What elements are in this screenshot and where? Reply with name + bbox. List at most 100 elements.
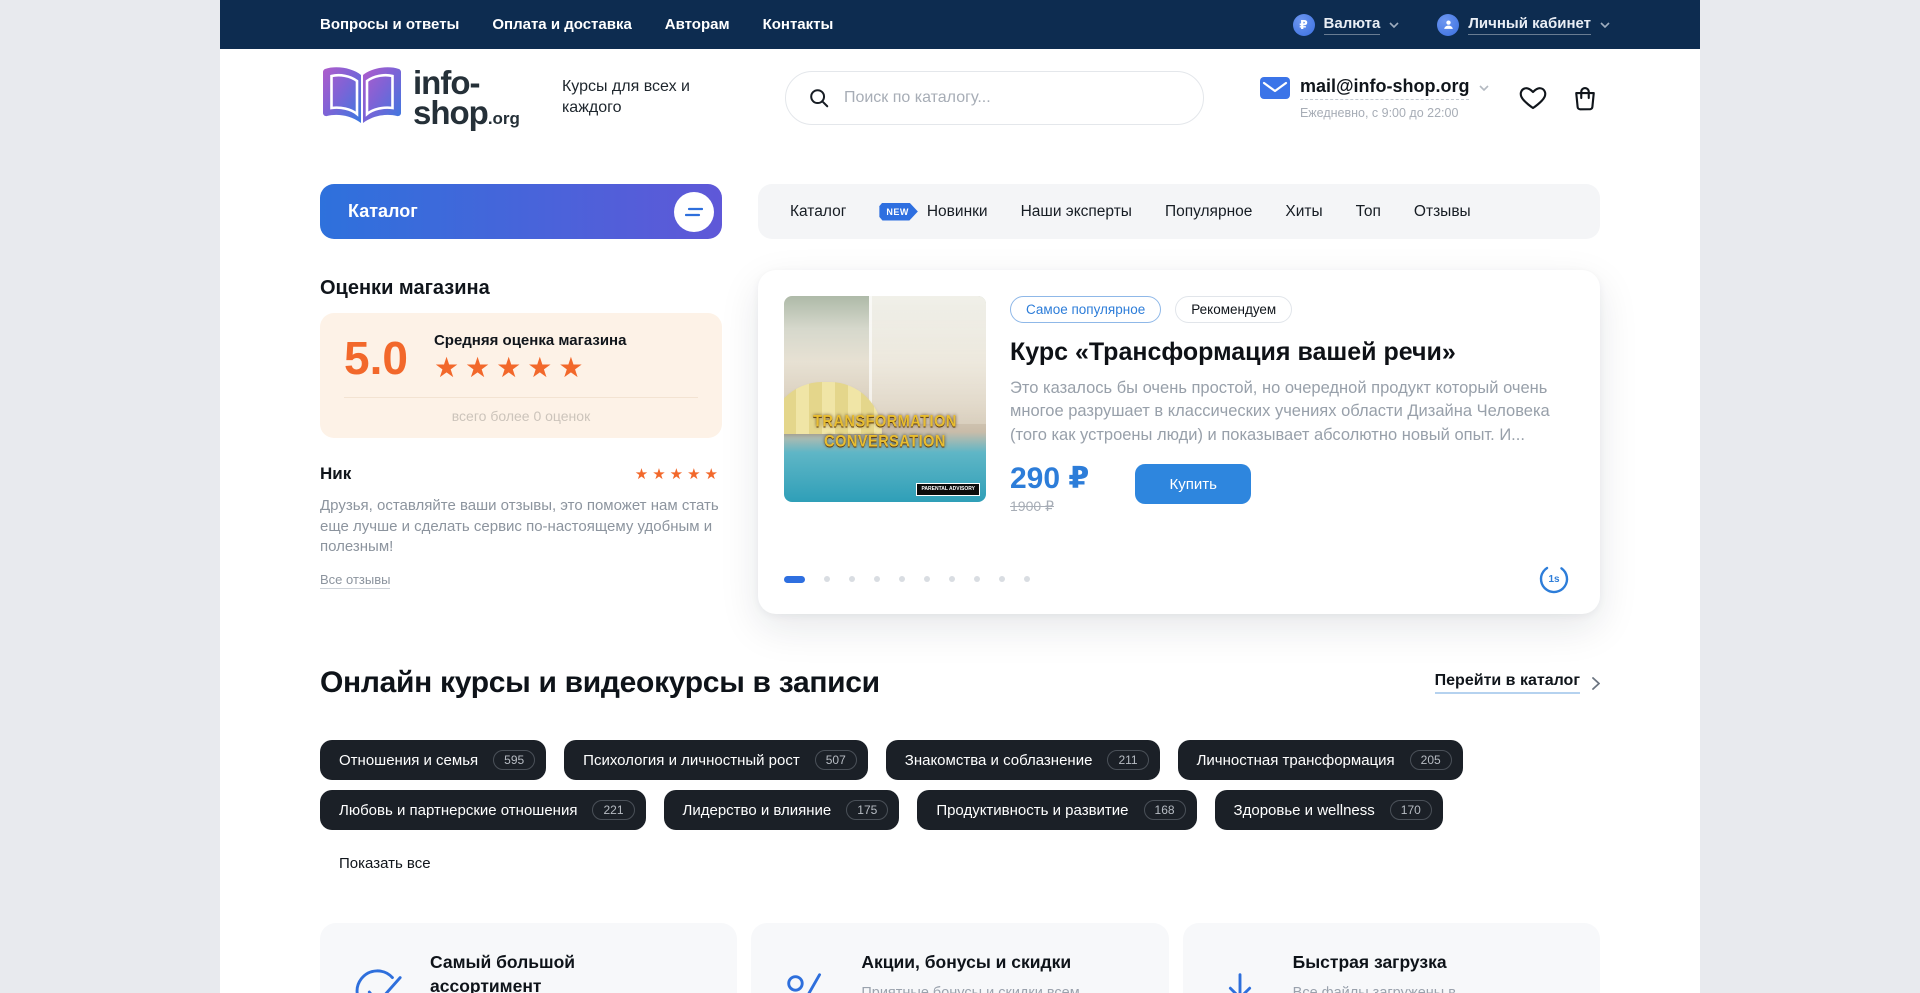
- rating-card: 5.0 Средняя оценка магазина ★★★★★ всего …: [320, 313, 722, 438]
- category-transformation[interactable]: Личностная трансформация205: [1178, 740, 1463, 780]
- feature-fast-download: Быстрая загрузка Все файлы загружены в: [1183, 923, 1600, 993]
- category-leadership[interactable]: Лидерство и влияние175: [664, 790, 900, 830]
- category-label: Любовь и партнерские отношения: [339, 802, 577, 819]
- carousel-dot[interactable]: [849, 576, 855, 582]
- percent-icon: [781, 967, 835, 993]
- logo-text: info- shop.org: [413, 68, 520, 129]
- category-count: 221: [592, 800, 634, 820]
- topbar: Вопросы и ответы Оплата и доставка Автор…: [220, 0, 1700, 49]
- category-productivity[interactable]: Продуктивность и развитие168: [917, 790, 1196, 830]
- hero-info: Самое популярное Рекомендуем Курс «Транс…: [1010, 296, 1570, 515]
- shopping-bag-icon: [1570, 83, 1600, 113]
- overlay-line1: TRANSFORMATION: [784, 412, 986, 432]
- catalog-button[interactable]: Каталог: [320, 184, 722, 239]
- currency-selector[interactable]: ₽ Валюта: [1293, 14, 1400, 36]
- header-icons: [1518, 83, 1600, 113]
- account-label: Личный кабинет: [1468, 15, 1591, 35]
- category-love-partnership[interactable]: Любовь и партнерские отношения 221: [320, 790, 646, 830]
- carousel-dot[interactable]: [1024, 576, 1030, 582]
- nav-item-hits[interactable]: Хиты: [1285, 203, 1322, 221]
- header: info- shop.org Курсы для всех и каждого …: [220, 49, 1700, 148]
- category-relationships-family[interactable]: Отношения и семья595: [320, 740, 546, 780]
- catalog-button-label: Каталог: [348, 201, 418, 222]
- go-to-catalog-link[interactable]: Перейти в каталог: [1435, 672, 1600, 694]
- old-price: 1900 ₽: [1010, 498, 1089, 515]
- carousel-dot[interactable]: [999, 576, 1005, 582]
- all-reviews-link[interactable]: Все отзывы: [320, 572, 390, 589]
- nav-label: Наши эксперты: [1021, 203, 1132, 221]
- price-block: 290 ₽ 1900 ₽: [1010, 461, 1089, 515]
- product-title[interactable]: Курс «Трансформация вашей речи»: [1010, 338, 1570, 367]
- feature-title: Акции, бонусы и скидки: [861, 951, 1071, 975]
- category-dating[interactable]: Знакомства и соблазнение211: [886, 740, 1160, 780]
- chevron-down-icon: [1600, 22, 1610, 28]
- nav-item-new[interactable]: NEW Новинки: [879, 203, 987, 221]
- section-title: Онлайн курсы и видеокурсы в записи: [320, 666, 880, 700]
- review-item: Ник ★★★★★ Друзья, оставляйте ваши отзывы…: [320, 464, 722, 589]
- nav-label: Популярное: [1165, 203, 1252, 221]
- topbar-link-payment[interactable]: Оплата и доставка: [492, 16, 631, 33]
- topbar-link-contacts[interactable]: Контакты: [763, 16, 834, 33]
- features-row: Самый большой ассортимент Акции, бонусы …: [220, 923, 1700, 993]
- nav-item-reviews[interactable]: Отзывы: [1414, 203, 1471, 221]
- feature-subtitle: Все файлы загружены в: [1293, 985, 1456, 993]
- courses-section: Онлайн курсы и видеокурсы в записи Перей…: [220, 666, 1700, 873]
- topbar-link-authors[interactable]: Авторам: [665, 16, 730, 33]
- category-count: 205: [1410, 750, 1452, 770]
- page: Вопросы и ответы Оплата и доставка Автор…: [220, 0, 1700, 993]
- cart-button[interactable]: [1570, 83, 1600, 113]
- category-count: 595: [493, 750, 535, 770]
- main-column: Каталог NEW Новинки Наши эксперты Популя…: [758, 184, 1600, 614]
- contact-schedule: Ежедневно, с 9:00 до 22:00: [1300, 106, 1490, 120]
- nav-item-experts[interactable]: Наши эксперты: [1021, 203, 1132, 221]
- search-input[interactable]: [844, 89, 1181, 107]
- category-psychology[interactable]: Психология и личностный рост 507: [564, 740, 868, 780]
- catalog-link-label: Перейти в каталог: [1435, 672, 1580, 694]
- nav-item-popular[interactable]: Популярное: [1165, 203, 1252, 221]
- shop-ratings-title: Оценки магазина: [320, 277, 722, 300]
- chevron-right-icon: [1592, 677, 1600, 690]
- logo[interactable]: info- shop.org: [320, 66, 520, 130]
- nav-item-catalog[interactable]: Каталог: [790, 203, 846, 221]
- filter-icon: [674, 192, 714, 232]
- buy-button[interactable]: Купить: [1135, 464, 1251, 504]
- timer-value: 1s: [1538, 563, 1570, 595]
- category-label: Продуктивность и развитие: [936, 802, 1128, 819]
- topbar-link-faq[interactable]: Вопросы и ответы: [320, 16, 459, 33]
- content-row: Каталог Оценки магазина 5.0 Средняя оцен…: [220, 184, 1700, 614]
- carousel-dot[interactable]: [974, 576, 980, 582]
- image-building-shape: [869, 296, 986, 424]
- favorites-button[interactable]: [1518, 83, 1548, 113]
- check-plus-icon: [350, 967, 404, 993]
- carousel-dot[interactable]: [824, 576, 830, 582]
- category-label: Здоровье и wellness: [1234, 802, 1375, 819]
- nav-item-top[interactable]: Топ: [1356, 203, 1381, 221]
- carousel-dot[interactable]: [874, 576, 880, 582]
- category-count: 211: [1107, 750, 1148, 770]
- email-dropdown[interactable]: mail@info-shop.org: [1260, 76, 1490, 100]
- carousel-dots: [784, 576, 1030, 583]
- topbar-links: Вопросы и ответы Оплата и доставка Автор…: [320, 16, 833, 33]
- search-bar: [785, 71, 1204, 125]
- show-all-link[interactable]: Показать все: [339, 855, 431, 872]
- user-circle-icon: [1437, 14, 1459, 36]
- logo-line2: shop: [413, 94, 488, 131]
- advisory-label: PARENTAL ADVISORY: [916, 483, 980, 497]
- product-image[interactable]: TRANSFORMATION CONVERSATION PARENTAL ADV…: [784, 296, 986, 502]
- courses-head: Онлайн курсы и видеокурсы в записи Перей…: [320, 666, 1600, 700]
- category-label: Психология и личностный рост: [583, 752, 800, 769]
- carousel-dot[interactable]: [924, 576, 930, 582]
- hero-top: TRANSFORMATION CONVERSATION PARENTAL ADV…: [784, 296, 1570, 515]
- logo-suffix: .org: [488, 109, 520, 128]
- feature-title: Самый большой ассортимент: [430, 951, 640, 993]
- carousel-dot[interactable]: [899, 576, 905, 582]
- category-count: 175: [846, 800, 888, 820]
- hero-badges: Самое популярное Рекомендуем: [1010, 296, 1570, 323]
- category-count: 507: [815, 750, 857, 770]
- carousel-dot[interactable]: [949, 576, 955, 582]
- review-head: Ник ★★★★★: [320, 464, 722, 484]
- carousel-dot[interactable]: [784, 576, 805, 583]
- account-menu[interactable]: Личный кабинет: [1437, 14, 1610, 36]
- ruble-circle-icon: ₽: [1293, 14, 1315, 36]
- category-health-wellness[interactable]: Здоровье и wellness170: [1215, 790, 1443, 830]
